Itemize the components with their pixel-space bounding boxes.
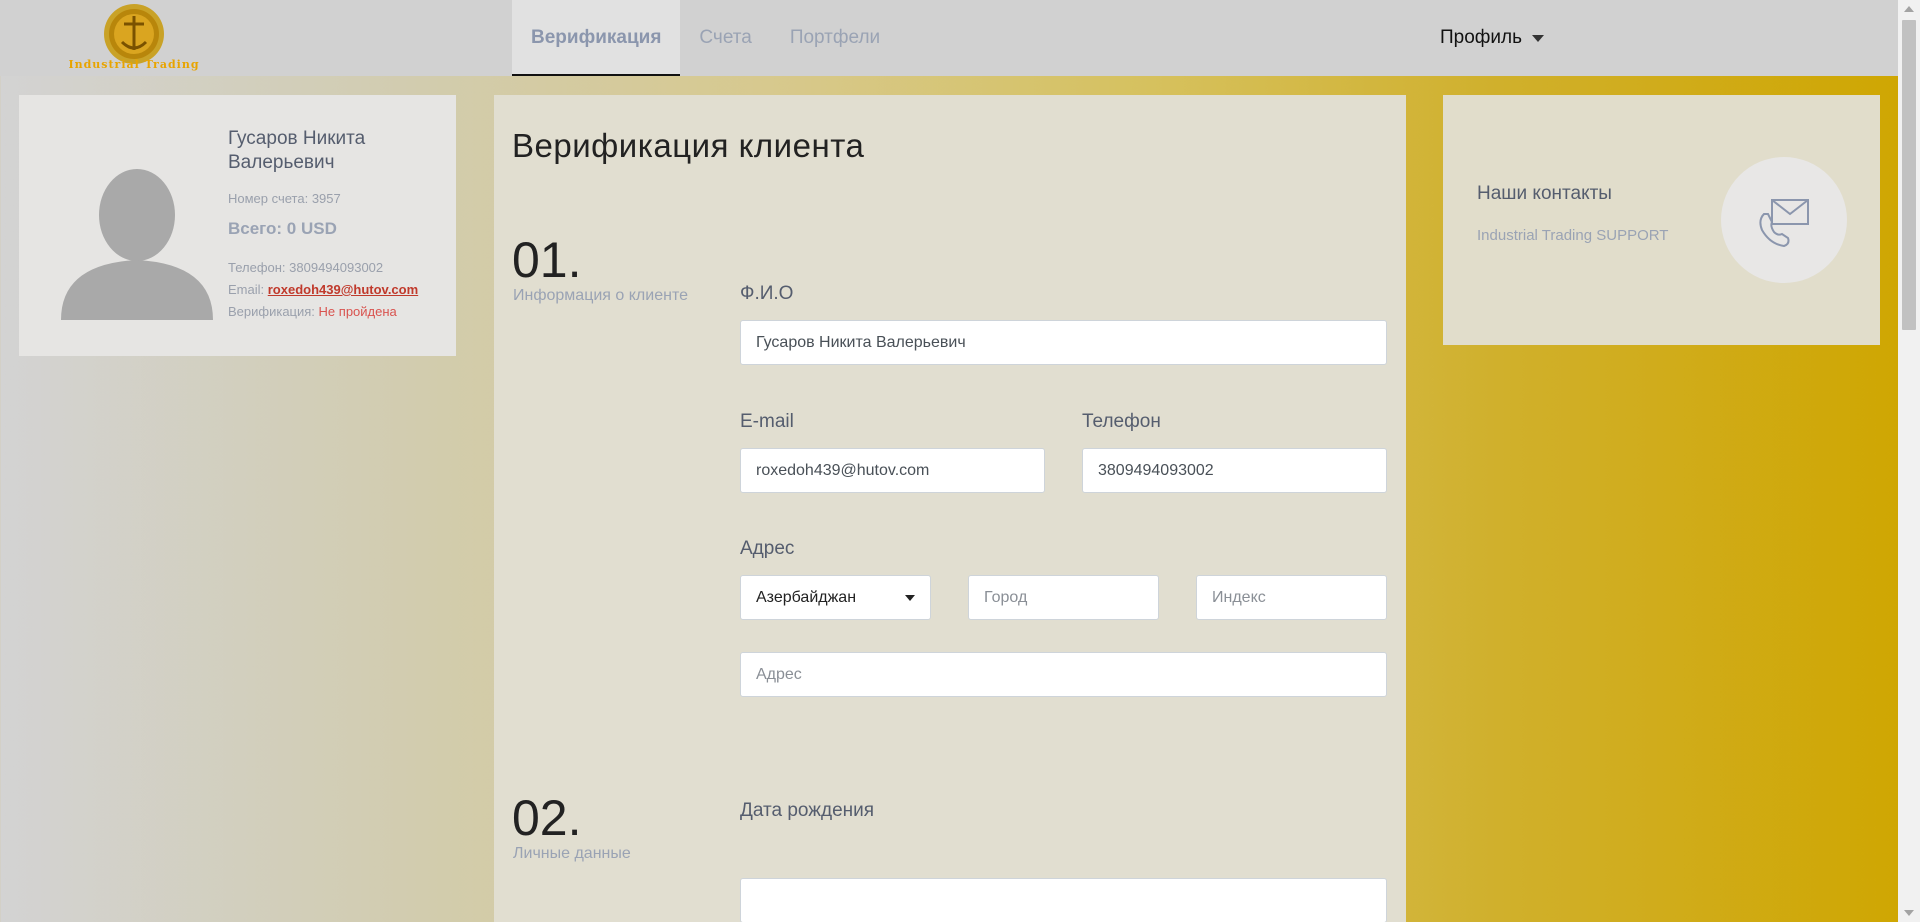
phone-label: Телефон — [1082, 411, 1161, 432]
scroll-thumb[interactable] — [1902, 20, 1916, 330]
tab-accounts[interactable]: Счета — [680, 0, 770, 76]
main-tabs: Верификация Счета Портфели — [512, 0, 899, 76]
step-1-label: Информация о клиенте — [513, 287, 688, 304]
scroll-up-arrow-icon[interactable] — [1904, 6, 1914, 12]
email-prefix: Email: — [228, 282, 265, 297]
contact-button[interactable] — [1721, 157, 1847, 283]
country-select[interactable]: Азербайджан — [740, 575, 931, 620]
contacts-card: Наши контакты Industrial Trading SUPPORT — [1443, 95, 1880, 345]
user-email-link[interactable]: roxedoh439@hutov.com — [268, 282, 418, 297]
contacts-title: Наши контакты — [1477, 183, 1612, 204]
tab-verification[interactable]: Верификация — [512, 0, 681, 76]
fio-label: Ф.И.О — [740, 283, 794, 304]
birthdate-input[interactable] — [740, 878, 1387, 922]
step-1-number: 01. — [512, 232, 582, 288]
profile-label: Профиль — [1440, 27, 1523, 48]
chevron-down-icon — [905, 594, 915, 601]
user-name: Гусаров Никита Валерьевич — [228, 128, 366, 173]
top-navbar: Industrial Trading Верификация Счета Пор… — [0, 0, 1898, 76]
logo[interactable]: Industrial Trading — [64, 0, 204, 74]
verification-prefix: Верификация: — [228, 304, 315, 319]
logo-text: Industrial Trading — [68, 58, 200, 71]
user-card: Гусаров Никита Валерьевич Номер счета: 3… — [19, 95, 456, 356]
total-balance: Всего: 0 USD — [228, 219, 337, 238]
account-number: Номер счета: 3957 — [228, 191, 341, 206]
fio-input[interactable] — [740, 320, 1387, 365]
avatar-placeholder-icon — [61, 169, 213, 320]
email-input[interactable] — [740, 448, 1045, 493]
address-input[interactable] — [740, 652, 1387, 697]
phone-input[interactable] — [1082, 448, 1387, 493]
mail-phone-icon — [1759, 199, 1809, 248]
index-input[interactable] — [1196, 575, 1387, 620]
verification-status: Не пройдена — [318, 304, 397, 319]
vertical-scrollbar[interactable] — [1898, 0, 1920, 922]
contacts-subtitle: Industrial Trading SUPPORT — [1477, 227, 1669, 244]
step-2-number: 02. — [512, 790, 582, 846]
step-2-label: Личные данные — [513, 845, 631, 862]
user-email-row: Email: roxedoh439@hutov.com — [228, 282, 418, 297]
scroll-down-arrow-icon[interactable] — [1904, 910, 1914, 916]
chevron-down-icon — [1532, 34, 1545, 42]
page-title: Верификация клиента — [512, 127, 865, 164]
email-label: E-mail — [740, 411, 794, 432]
address-label: Адрес — [740, 538, 795, 559]
profile-dropdown[interactable]: Профиль — [1440, 0, 1545, 76]
birthdate-label: Дата рождения — [740, 800, 875, 821]
verification-row: Верификация: Не пройдена — [228, 304, 397, 319]
country-value: Азербайджан — [756, 588, 857, 606]
verification-form-card: Верификация клиента 01. Информация о кли… — [494, 95, 1406, 922]
city-input[interactable] — [968, 575, 1159, 620]
user-phone: Телефон: 3809494093002 — [228, 260, 384, 275]
tab-portfolios[interactable]: Портфели — [771, 0, 899, 76]
